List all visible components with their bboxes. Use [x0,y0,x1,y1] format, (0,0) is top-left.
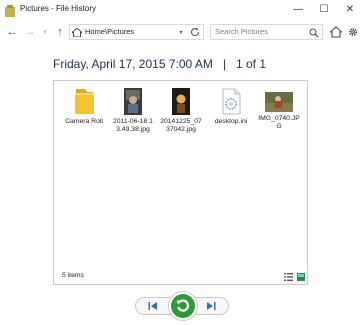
photo-thumbnail [172,88,190,115]
large-icons-view-icon[interactable] [297,273,305,281]
file-name: 20141225_0737042.jpg [160,118,202,134]
back-button[interactable]: ← [5,25,19,39]
separator: | [222,57,226,71]
up-button[interactable]: ↑ [53,25,67,39]
next-version-button[interactable] [193,297,229,315]
folder-icon [75,89,94,114]
file-name: desktop.ini [214,118,248,125]
recent-locations-dropdown[interactable]: ▾ [38,25,52,39]
search-icon [309,28,319,38]
refresh-button[interactable] [187,24,203,40]
address-dropdown-button[interactable]: ▾ [176,24,186,40]
minimize-button[interactable]: — [285,0,311,18]
restore-icon [176,299,190,312]
refresh-icon [190,27,200,37]
maximize-button[interactable]: ☐ [311,0,337,18]
home-icon [72,28,82,37]
file-item[interactable]: desktop.ini [209,88,253,126]
photo-thumbnail [124,88,142,115]
photo-thumbnail [265,92,293,112]
file-item[interactable]: Camera Roll [62,88,106,126]
settings-file-icon [222,88,241,115]
restore-controls [135,292,229,320]
skip-next-icon [207,302,216,310]
skip-previous-icon [148,302,157,310]
title-bar: Pictures - File History — ☐ ✕ [0,0,363,22]
home-icon[interactable] [330,26,342,38]
address-path: Home\Pictures [85,27,135,36]
item-count: 5 items [62,272,84,279]
file-name: IMG_0740.JPG [258,115,300,131]
snapshot-date: Friday, April 17, 2015 7:00 AM [53,57,213,71]
previous-version-button[interactable] [135,297,171,315]
gear-icon[interactable] [347,26,359,38]
snapshot-position: 1 of 1 [236,57,267,71]
forward-button[interactable]: → [23,25,37,39]
file-item[interactable]: 20141225_0737042.jpg [159,88,203,134]
window-title: Pictures - File History [20,4,97,13]
restore-button[interactable] [169,292,197,320]
file-history-app-icon [5,5,15,17]
file-name: Camera Roll [65,118,103,125]
details-view-icon[interactable] [284,273,293,281]
file-name: 2011-06-18 13.49.38.jpg [113,118,153,134]
file-item[interactable]: IMG_0740.JPG [257,88,301,131]
search-box[interactable]: Search Pictures [210,24,323,40]
snapshot-header: Friday, April 17, 2015 7:00 AM | 1 of 1 [53,57,266,71]
file-item[interactable]: 2011-06-18 13.49.38.jpg [111,88,155,134]
file-list-panel: Camera Roll 2011-06-18 13.49.38.jpg 2014… [53,80,308,285]
search-placeholder: Search Pictures [215,27,268,36]
close-button[interactable]: ✕ [337,0,363,18]
